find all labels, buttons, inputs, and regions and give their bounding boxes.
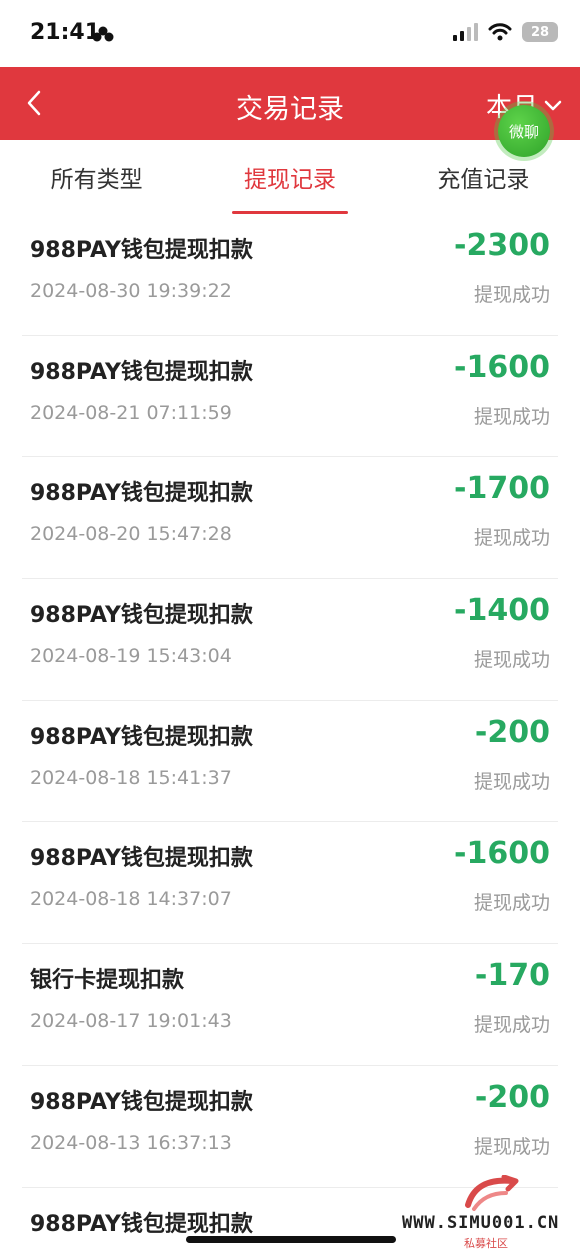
list-item[interactable]: 988PAY钱包提现扣款 2024-08-18 15:41:37 -200 提现… <box>22 701 558 823</box>
home-indicator <box>186 1236 396 1243</box>
record-title: 988PAY钱包提现扣款 <box>30 724 253 750</box>
list-item[interactable]: 银行卡提现扣款 2024-08-17 19:01:43 -170 提现成功 <box>22 944 558 1066</box>
record-date: 2024-08-18 14:37:07 <box>30 888 232 911</box>
record-title: 988PAY钱包提现扣款 <box>30 846 253 872</box>
record-status: 提现成功 <box>473 1014 550 1037</box>
records-list: 988PAY钱包提现扣款 2024-08-30 19:39:22 -2300 提… <box>22 214 558 1255</box>
tab-all-types[interactable]: 所有类型 <box>0 140 193 214</box>
watermark-subtext: 私募社区 <box>464 1237 508 1250</box>
wifi-icon <box>488 23 512 41</box>
status-bar: 21:41 28 <box>0 0 580 67</box>
list-item[interactable]: 988PAY钱包提现扣款 2024-08-18 14:37:07 -1600 提… <box>22 822 558 945</box>
tab-recharge-records[interactable]: 充值记录 <box>387 140 580 214</box>
record-date: 2024-08-19 15:43:04 <box>30 645 232 668</box>
tab-bar: 所有类型 提现记录 充值记录 <box>0 140 580 214</box>
record-status: 提现成功 <box>473 1135 550 1158</box>
list-item[interactable]: 988PAY钱包提现扣款 2024-08-20 15:47:28 -1700 提… <box>22 457 558 580</box>
watermark-text: WWW.SIMU001.CN <box>402 1213 560 1233</box>
chevron-down-icon <box>544 100 562 110</box>
status-time: 21:41 <box>30 20 101 45</box>
record-title: 988PAY钱包提现扣款 <box>30 481 253 507</box>
record-date: 2024-08-30 19:39:22 <box>30 280 232 302</box>
record-status: 提现成功 <box>473 649 550 672</box>
record-title: 988PAY钱包提现扣款 <box>30 1211 253 1237</box>
record-amount: -1600 <box>454 836 550 872</box>
record-title: 988PAY钱包提现扣款 <box>30 1089 253 1115</box>
record-date: 2024-08-17 19:01:43 <box>30 1010 232 1033</box>
record-title: 988PAY钱包提现扣款 <box>30 359 253 385</box>
record-status: 提现成功 <box>473 892 550 915</box>
record-status: 提现成功 <box>473 770 550 793</box>
watermark: WWW.SIMU001.CN 私募社区 <box>402 1175 572 1253</box>
tab-withdraw-records[interactable]: 提现记录 <box>193 140 386 214</box>
record-title: 银行卡提现扣款 <box>30 968 185 994</box>
record-date: 2024-08-18 15:41:37 <box>30 766 232 789</box>
record-amount: -2300 <box>454 228 550 263</box>
record-amount: -200 <box>474 1079 550 1115</box>
record-amount: -170 <box>474 958 550 994</box>
record-status: 提现成功 <box>473 284 550 306</box>
record-amount: -1700 <box>454 471 550 507</box>
record-status: 提现成功 <box>473 405 550 428</box>
record-date: 2024-08-20 15:47:28 <box>30 523 232 546</box>
clover-icon <box>92 26 114 42</box>
record-amount: -200 <box>474 714 550 750</box>
list-item[interactable]: 988PAY钱包提现扣款 2024-08-30 19:39:22 -2300 提… <box>22 214 558 336</box>
status-icons: 28 <box>453 22 558 42</box>
record-status: 提现成功 <box>473 527 550 550</box>
watermark-logo-icon <box>465 1175 519 1211</box>
record-title: 988PAY钱包提现扣款 <box>30 238 253 263</box>
list-item[interactable]: 988PAY钱包提现扣款 2024-08-21 07:11:59 -1600 提… <box>22 336 558 458</box>
record-amount: -1600 <box>454 349 550 385</box>
battery-icon: 28 <box>522 22 558 42</box>
record-amount: -1400 <box>454 593 550 629</box>
list-item[interactable]: 988PAY钱包提现扣款 2024-08-19 15:43:04 -1400 提… <box>22 579 558 701</box>
record-date: 2024-08-21 07:11:59 <box>30 401 232 424</box>
header-bar: 交易记录 本月 <box>0 67 580 140</box>
signal-icon <box>453 23 478 41</box>
record-title: 988PAY钱包提现扣款 <box>30 603 253 629</box>
list-item[interactable]: 988PAY钱包提现扣款 2024-08-13 16:37:13 -200 提现… <box>22 1066 558 1188</box>
record-date: 2024-08-13 16:37:13 <box>30 1131 232 1154</box>
